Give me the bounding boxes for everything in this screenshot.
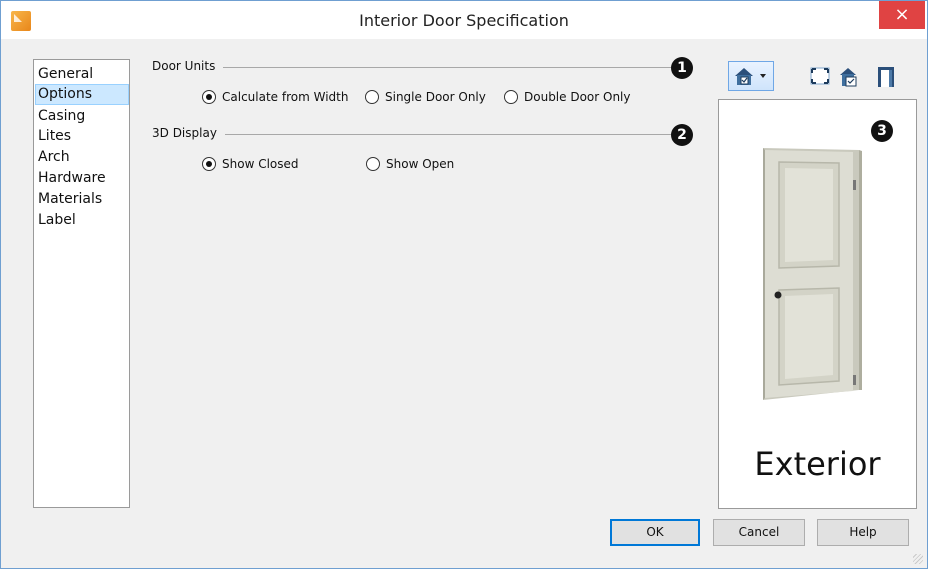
- radio-single-door-only[interactable]: Single Door Only: [365, 89, 486, 105]
- radio-button-icon: [366, 157, 380, 171]
- category-list[interactable]: General Options Casing Lites Arch Hardwa…: [33, 59, 130, 508]
- close-button[interactable]: ×: [879, 1, 925, 29]
- preview-options-icon: [840, 68, 857, 87]
- preview-label: Exterior: [754, 445, 881, 483]
- door-3d-image: [763, 148, 862, 400]
- nav-item-options[interactable]: Options: [35, 84, 129, 105]
- radio-button-icon: [202, 157, 216, 171]
- radio-double-door-only[interactable]: Double Door Only: [504, 89, 631, 105]
- radio-label: Calculate from Width: [222, 90, 349, 104]
- nav-item-casing[interactable]: Casing: [36, 106, 128, 126]
- radio-label: Double Door Only: [524, 90, 631, 104]
- radio-show-closed[interactable]: Show Closed: [202, 156, 299, 172]
- radio-calculate-from-width[interactable]: Calculate from Width: [202, 89, 348, 105]
- help-button[interactable]: Help: [817, 519, 909, 546]
- door-preview[interactable]: 3 Exterior: [718, 99, 917, 509]
- view-options-dropdown-icon: [735, 68, 766, 85]
- callout-1: 1: [671, 57, 693, 79]
- resize-grip[interactable]: [913, 554, 923, 564]
- title-bar: Interior Door Specification ×: [1, 1, 927, 39]
- dialog-window: Interior Door Specification × General Op…: [0, 0, 928, 569]
- nav-item-lites[interactable]: Lites: [36, 126, 128, 146]
- door-swing-icon: [878, 67, 894, 87]
- callout-2: 2: [671, 124, 693, 146]
- preview-options-button[interactable]: [835, 61, 865, 91]
- nav-item-general[interactable]: General: [36, 64, 128, 84]
- door-swing-button[interactable]: [871, 61, 901, 91]
- radio-button-icon: [504, 90, 518, 104]
- radio-label: Single Door Only: [385, 90, 486, 104]
- dialog-title: Interior Door Specification: [359, 11, 569, 30]
- door-units-divider: [223, 67, 671, 68]
- display-3d-heading: 3D Display: [152, 126, 217, 140]
- radio-label: Show Open: [386, 157, 455, 171]
- nav-item-label[interactable]: Label: [36, 210, 128, 230]
- door-units-heading: Door Units: [152, 59, 216, 73]
- nav-item-hardware[interactable]: Hardware: [36, 168, 128, 188]
- nav-item-materials[interactable]: Materials: [36, 189, 128, 209]
- nav-item-arch[interactable]: Arch: [36, 147, 128, 167]
- radio-show-open[interactable]: Show Open: [366, 156, 454, 172]
- radio-button-icon: [365, 90, 379, 104]
- display-3d-divider: [225, 134, 671, 135]
- radio-label: Show Closed: [222, 157, 299, 171]
- ok-button[interactable]: OK: [610, 519, 700, 546]
- fill-window-icon: [810, 67, 830, 85]
- fill-window-button[interactable]: [805, 61, 835, 91]
- view-options-dropdown-button[interactable]: [728, 61, 774, 91]
- radio-button-icon: [202, 90, 216, 104]
- cancel-button[interactable]: Cancel: [713, 519, 805, 546]
